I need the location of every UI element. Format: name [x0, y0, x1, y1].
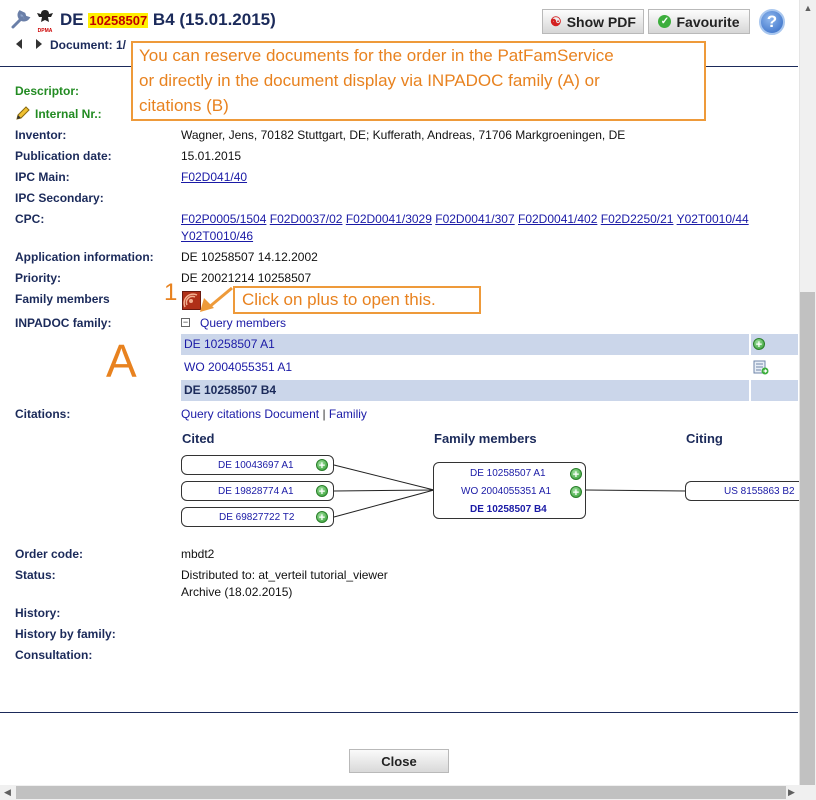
plus-icon[interactable]: + [570, 486, 582, 499]
cited-doc-link[interactable]: DE 69827722 T2 [219, 512, 294, 523]
callout-line: You can reserve documents for the order … [139, 46, 614, 65]
horizontal-scroll-thumb[interactable] [16, 786, 786, 799]
citing-doc-box[interactable]: US 8155863 B2 [685, 481, 815, 501]
close-button[interactable]: Close [349, 749, 449, 773]
vertical-scroll-thumb[interactable] [800, 292, 815, 785]
marker-1: 1 [164, 279, 178, 306]
cited-doc-box[interactable]: DE 19828774 A1 + [181, 481, 334, 501]
order-code-label: Order code: [15, 547, 84, 561]
order-code-value: mbdt2 [181, 547, 215, 561]
plus-icon[interactable]: + [316, 485, 328, 498]
family-doc-link[interactable]: WO 2004055351 A1 [461, 486, 551, 497]
plus-icon[interactable]: + [316, 511, 328, 524]
cited-doc-box[interactable]: DE 69827722 T2 + [181, 507, 334, 527]
consultation-label: Consultation: [15, 648, 93, 662]
scroll-right-icon[interactable]: ▶ [788, 787, 795, 798]
cited-doc-link[interactable]: DE 19828774 A1 [218, 486, 294, 497]
scroll-up-icon[interactable]: ▲ [800, 3, 816, 13]
callout-line: or directly in the document display via … [139, 71, 600, 90]
plus-icon[interactable]: + [570, 468, 582, 481]
history-by-family-label: History by family: [15, 627, 116, 641]
family-current-doc: DE 10258507 B4 [470, 504, 547, 515]
callout-line: citations (B) [139, 96, 229, 115]
plus-hint-callout: Click on plus to open this. [233, 286, 481, 314]
marker-a: A [106, 335, 137, 387]
citing-doc-link[interactable]: US 8155863 B2 [724, 486, 795, 497]
history-label: History: [15, 606, 61, 620]
status-distributed: Distributed to: at_verteil tutorial_view… [181, 568, 388, 582]
orange-arrow-icon [200, 286, 233, 312]
cited-doc-box[interactable]: DE 10043697 A1 + [181, 455, 334, 475]
footer-divider [0, 712, 798, 713]
status-archive: Archive (18.02.2015) [181, 585, 293, 599]
plus-icon[interactable]: + [316, 459, 328, 472]
status-label: Status: [15, 568, 56, 582]
cited-doc-link[interactable]: DE 10043697 A1 [218, 460, 294, 471]
family-doc-link[interactable]: DE 10258507 A1 [470, 468, 546, 479]
scroll-left-icon[interactable]: ◀ [4, 787, 11, 798]
reserve-info-callout: You can reserve documents for the order … [131, 41, 706, 121]
family-members-box: DE 10258507 A1 + WO 2004055351 A1 + DE 1… [433, 462, 586, 519]
